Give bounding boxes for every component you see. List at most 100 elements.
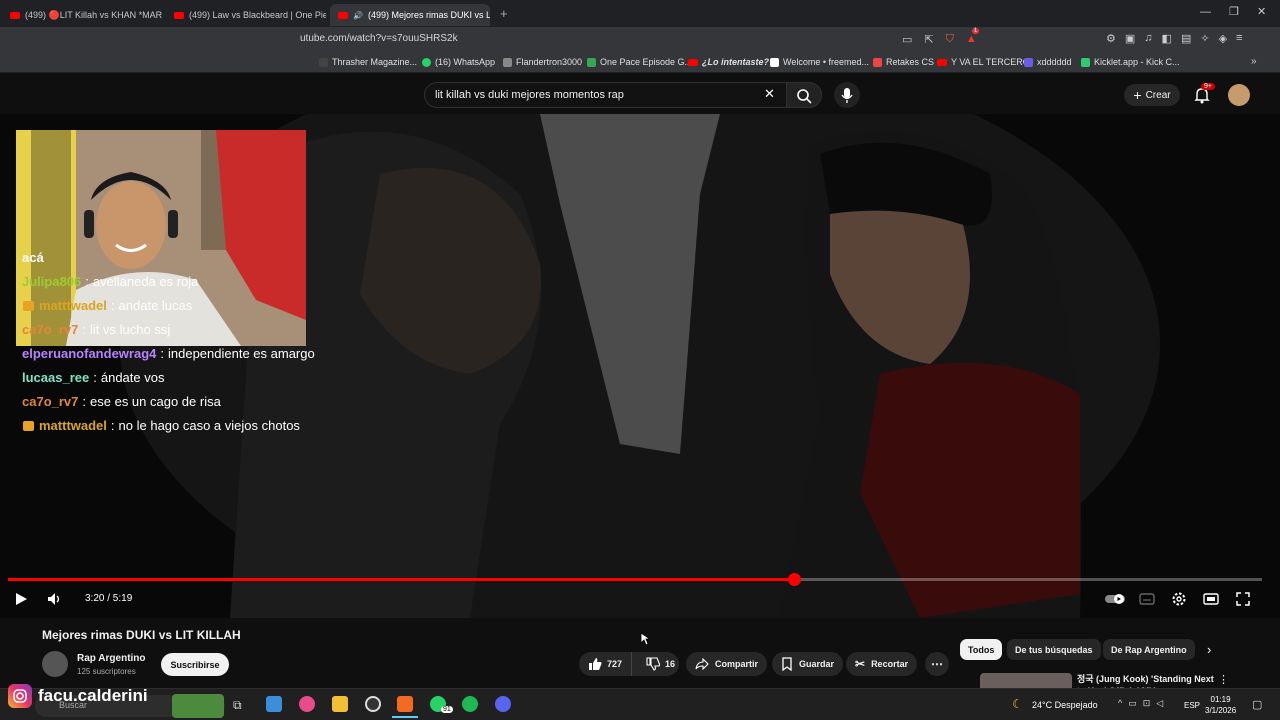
app-icon[interactable]: [299, 696, 315, 712]
vpn-icon[interactable]: ◈: [1219, 32, 1227, 45]
microphone-icon: [841, 88, 853, 103]
clock[interactable]: 01:19 3/1/2026: [1205, 694, 1236, 716]
minimize-button[interactable]: —: [1200, 6, 1211, 18]
weather-widget[interactable]: 24°C Despejado: [1032, 700, 1098, 710]
play-icon: [16, 593, 27, 605]
steam-icon[interactable]: [365, 696, 381, 712]
bookmark-icon: [1024, 57, 1033, 67]
channel-name[interactable]: Rap Argentino: [77, 653, 146, 664]
chevron-right-icon[interactable]: ›: [1207, 642, 1211, 657]
bookmark-item[interactable]: Y VA EL TERCERO: [937, 57, 1030, 67]
theater-mode-button[interactable]: [1202, 590, 1220, 608]
new-tab-button[interactable]: +: [500, 6, 508, 21]
file-explorer-icon[interactable]: [332, 696, 348, 712]
wallet-icon[interactable]: ▤: [1181, 32, 1191, 45]
bookmark-item[interactable]: One Pace Episode G...: [587, 57, 692, 67]
toggle-icon: [1105, 594, 1125, 604]
bookmark-item[interactable]: Kicklet.app - Kick C...: [1081, 57, 1180, 67]
search-input[interactable]: lit killah vs duki mejores momentos rap: [424, 82, 788, 108]
chip-all[interactable]: Todos: [960, 639, 1003, 660]
dislike-button[interactable]: 16: [638, 652, 679, 676]
bookmark-item[interactable]: Welcome • freemed...: [770, 57, 869, 67]
subtitles-icon: [1139, 593, 1155, 605]
progress-bar[interactable]: [8, 578, 1262, 581]
chip-from-channel[interactable]: De Rap Argentino: [1103, 639, 1195, 660]
youtube-favicon-icon: [338, 11, 348, 19]
bookmark-item[interactable]: (16) WhatsApp: [422, 57, 495, 67]
mute-button[interactable]: [46, 590, 64, 608]
subtitles-button[interactable]: [1138, 590, 1156, 608]
save-button[interactable]: Guardar: [772, 652, 844, 676]
instagram-handle: facu.calderini: [38, 686, 148, 705]
browser-tab[interactable]: (499) Law vs Blackbeard | One Piece: [166, 4, 326, 26]
more-actions-button[interactable]: ⋯: [925, 652, 949, 676]
video-title: Mejores rimas DUKI vs LIT KILLAH: [42, 628, 241, 642]
youtube-favicon-icon: [174, 11, 184, 19]
thumbs-up-icon: [589, 658, 602, 670]
media-icon[interactable]: ♫: [1144, 32, 1152, 45]
leo-icon[interactable]: ✧: [1200, 32, 1209, 45]
discord-icon[interactable]: [495, 696, 511, 712]
chevron-up-icon[interactable]: ^: [1118, 698, 1122, 709]
clear-search-icon[interactable]: ✕: [764, 86, 775, 102]
close-window-button[interactable]: ✕: [1257, 5, 1266, 18]
more-vert-icon[interactable]: ⋮: [1218, 673, 1229, 686]
bookmark-item[interactable]: xdddddd: [1024, 57, 1072, 67]
channel-avatar[interactable]: [42, 651, 68, 677]
thrasher-icon: [319, 57, 328, 67]
video-player[interactable]: acá Julipa806: avellaneda es roja matttwa…: [0, 114, 1280, 618]
extensions-icon[interactable]: ⚙: [1106, 32, 1116, 45]
spotify-icon[interactable]: [462, 696, 478, 712]
browser-tab-active[interactable]: 🔊 (499) Mejores rimas DUKI vs L ✕: [330, 4, 490, 26]
network-icon[interactable]: ⊡: [1143, 698, 1151, 709]
share-icon: [695, 658, 709, 670]
subscribe-button[interactable]: Suscribirse: [161, 653, 229, 676]
bookmark-item[interactable]: Retakes CS: [873, 57, 934, 67]
clip-button[interactable]: ✂ Recortar: [846, 652, 918, 676]
language-indicator[interactable]: ESP: [1184, 701, 1200, 710]
rewards-icon[interactable]: ▲ 1: [966, 28, 980, 46]
share-button[interactable]: Compartir: [686, 652, 768, 676]
address-bar: [0, 27, 1280, 52]
bookmark-item[interactable]: Flandertron3000: [503, 57, 582, 67]
fullscreen-button[interactable]: [1234, 590, 1252, 608]
settings-button[interactable]: [1170, 590, 1188, 608]
address-bar-actions: ▭ ⇱ ⛉ ▲ 1: [902, 28, 980, 46]
task-view-icon[interactable]: ⧉: [233, 698, 242, 713]
create-button[interactable]: + Crear: [1124, 84, 1180, 106]
restore-button[interactable]: ❐: [1229, 5, 1239, 18]
browser-tab[interactable]: (499) 🔴LIT Killah vs KHAN *MARBE: [2, 4, 162, 26]
url-field[interactable]: utube.com/watch?v=s7ouuSHRS2k: [300, 33, 458, 44]
recommended-video-title[interactable]: 정국 (Jung Kook) 'Standing Next to You' Of…: [1077, 673, 1217, 688]
bookmark-icon: [782, 657, 792, 671]
play-button[interactable]: [12, 590, 30, 608]
speaker-icon[interactable]: ◁: [1156, 698, 1163, 709]
cast-icon[interactable]: ▭: [902, 33, 912, 46]
autoplay-toggle[interactable]: [1105, 590, 1127, 608]
battery-icon[interactable]: ▭: [1128, 698, 1137, 709]
search-button[interactable]: [786, 82, 822, 108]
share-icon[interactable]: ⇱: [924, 33, 933, 46]
sheets-icon: [587, 57, 596, 67]
active-app-indicator: [392, 716, 418, 718]
tab-search-icon[interactable]: ▣: [1125, 32, 1135, 45]
chat-username: ca7o_rv7: [22, 394, 79, 409]
recommended-video-title-wrap: 정국 (Jung Kook) 'Standing Next to You' Of…: [1077, 673, 1217, 688]
account-avatar[interactable]: [1228, 84, 1250, 106]
bookmark-item[interactable]: ¿Lo intentaste?: [688, 57, 769, 67]
search-icon: [797, 89, 812, 104]
more-bookmarks-icon[interactable]: »: [1251, 56, 1257, 67]
sidebar-icon[interactable]: ◧: [1162, 32, 1172, 45]
brave-shield-icon[interactable]: ⛉: [946, 33, 954, 46]
store-icon[interactable]: [266, 696, 282, 712]
notification-center-icon[interactable]: ▢: [1252, 698, 1262, 711]
bookmark-item[interactable]: Thrasher Magazine...: [319, 57, 417, 67]
notifications-button[interactable]: 9+: [1193, 83, 1215, 109]
chip-from-searches[interactable]: De tus búsquedas: [1007, 639, 1101, 660]
brave-browser-icon[interactable]: [397, 696, 413, 712]
chat-message: elperuanofandewrag4: independiente es ama…: [22, 342, 315, 366]
voice-search-button[interactable]: [834, 82, 860, 108]
like-button[interactable]: 727: [579, 652, 633, 676]
chat-message: acá: [22, 250, 44, 265]
menu-icon[interactable]: ≡: [1236, 32, 1242, 45]
